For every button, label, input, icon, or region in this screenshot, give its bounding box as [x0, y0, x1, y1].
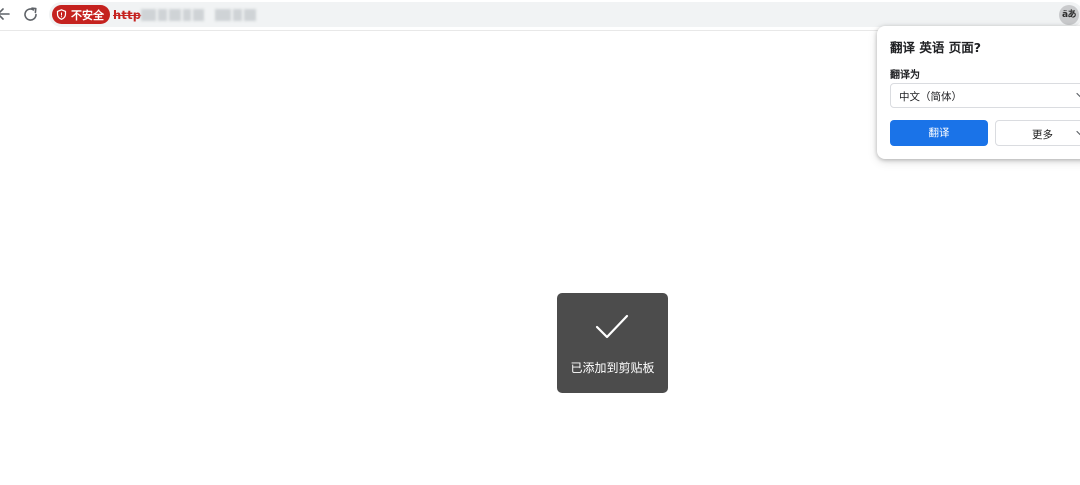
translate-button[interactable]: 翻译	[890, 120, 988, 146]
warning-shield-icon	[56, 9, 67, 20]
target-language-label: 翻译为	[890, 70, 920, 81]
chevron-down-icon	[1076, 92, 1080, 98]
address-bar[interactable]: 不安全 http äあ	[49, 2, 1080, 27]
target-language-value: 中文（简体）	[899, 91, 962, 103]
copied-toast: 已添加到剪贴板	[557, 293, 668, 393]
not-secure-label: 不安全	[71, 8, 104, 22]
translate-popup: 翻译 英语 页面? 翻译为 中文（简体） 翻译 更多	[877, 26, 1080, 159]
toast-message: 已添加到剪贴板	[570, 361, 655, 375]
chevron-down-icon	[1076, 130, 1080, 136]
popup-title: 翻译 英语 页面?	[890, 40, 981, 55]
url-redacted	[141, 9, 256, 21]
more-button[interactable]: 更多	[995, 120, 1080, 146]
url-text: http	[113, 8, 142, 22]
back-arrow-icon[interactable]	[0, 7, 10, 21]
not-secure-chip[interactable]: 不安全	[52, 5, 110, 24]
reload-icon[interactable]	[22, 6, 39, 23]
checkmark-icon	[595, 314, 629, 339]
translate-icon[interactable]: äあ	[1059, 5, 1079, 25]
target-language-select[interactable]: 中文（简体）	[890, 83, 1080, 108]
more-button-label: 更多	[1032, 129, 1053, 141]
